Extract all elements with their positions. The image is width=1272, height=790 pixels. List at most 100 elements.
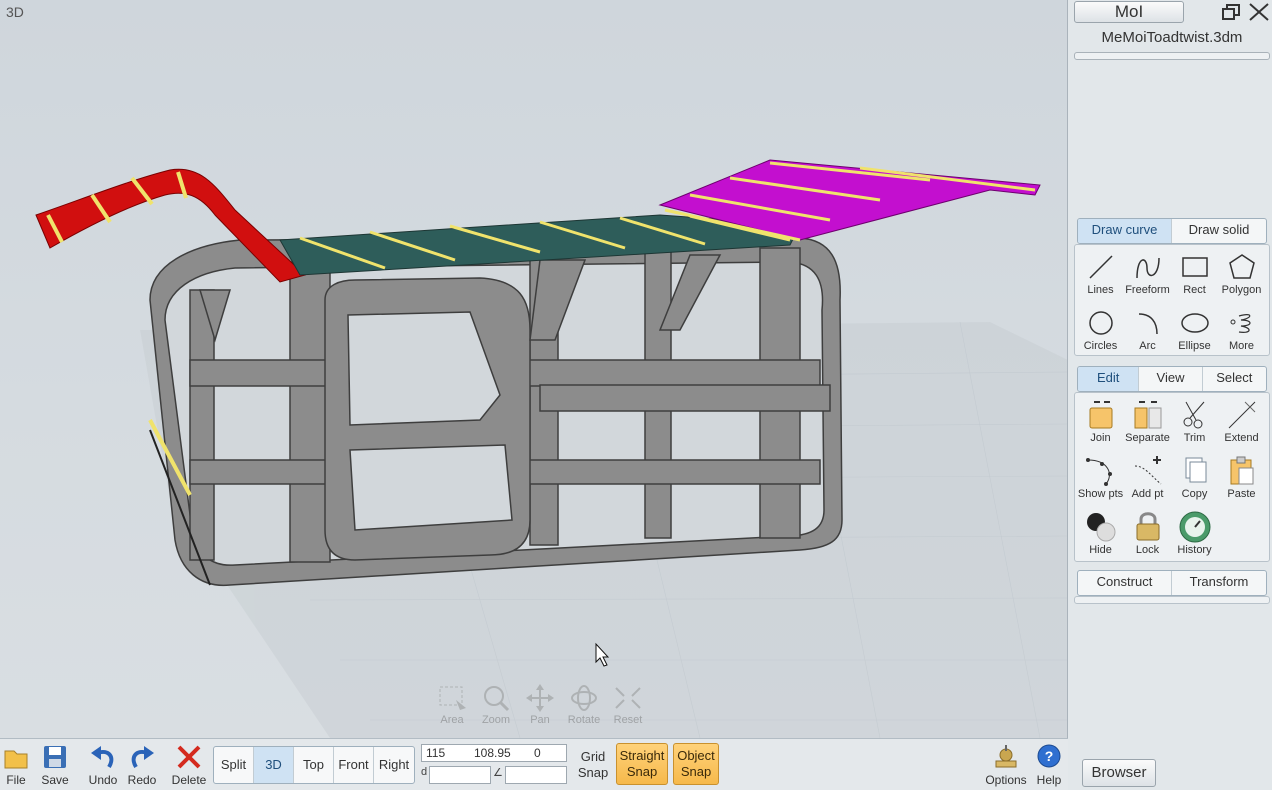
area-zoom-button[interactable]: Area (432, 684, 472, 726)
polygon-tool[interactable]: Polygon (1218, 248, 1265, 304)
ellipse-tool[interactable]: Ellipse (1171, 304, 1218, 360)
view-split[interactable]: Split (214, 747, 254, 783)
tool-label: Separate (1125, 432, 1170, 444)
tab-view[interactable]: View (1139, 367, 1203, 391)
grid-snap-line1: Grid (580, 749, 606, 764)
history-icon (1179, 511, 1210, 543)
rect-icon (1181, 257, 1208, 277)
redo-button[interactable]: Redo (122, 743, 162, 787)
draw-tabs: Draw curve Draw solid (1077, 218, 1267, 244)
tool-label: Lines (1087, 284, 1114, 296)
close-window-button[interactable] (1246, 0, 1272, 24)
copy-tool[interactable]: Copy (1171, 452, 1218, 508)
arc-icon (1138, 313, 1158, 335)
tool-label: Freeform (1125, 284, 1170, 296)
tool-label: Copy (1181, 488, 1208, 500)
help-label: Help (1036, 773, 1062, 787)
view-3d[interactable]: 3D (254, 747, 294, 783)
polygon-icon (1228, 254, 1255, 279)
show-points-tool[interactable]: Show pts (1077, 452, 1124, 508)
nav-label: Rotate (567, 714, 601, 726)
lock-icon (1136, 512, 1159, 541)
svg-text:?: ? (1045, 748, 1054, 764)
close-icon (1249, 3, 1269, 21)
extend-tool[interactable]: Extend (1218, 396, 1265, 452)
browser-button[interactable]: Browser (1082, 759, 1156, 787)
tool-label: Lock (1135, 544, 1160, 556)
help-button[interactable]: ? Help (1029, 743, 1069, 787)
zoom-icon (484, 686, 510, 712)
construct-box (1074, 596, 1270, 604)
distance-field[interactable] (429, 766, 491, 784)
history-tool[interactable]: History (1171, 508, 1218, 564)
zoom-button[interactable]: Zoom (476, 684, 516, 726)
grid-snap-toggle[interactable]: Grid Snap (575, 749, 611, 781)
freeform-tool[interactable]: Freeform (1124, 248, 1171, 304)
add-point-tool[interactable]: Add pt (1124, 452, 1171, 508)
straight-snap-line2: Snap (626, 764, 658, 779)
options-label: Options (985, 773, 1027, 787)
pan-icon (526, 684, 554, 712)
object-snap-line2: Snap (680, 764, 712, 779)
separate-tool[interactable]: Separate (1124, 396, 1171, 452)
rotate-icon (571, 685, 597, 711)
restore-window-button[interactable] (1218, 0, 1244, 24)
tab-draw-curve[interactable]: Draw curve (1078, 219, 1172, 243)
straight-snap-toggle[interactable]: Straight Snap (616, 743, 668, 785)
circles-icon (1088, 311, 1113, 335)
viewport-3d[interactable]: 3D Area Zoom Pan Rotate Reset (0, 0, 1068, 738)
tool-label: More (1228, 340, 1255, 352)
more-tool[interactable]: More (1218, 304, 1265, 360)
file-button[interactable]: File (0, 743, 36, 787)
lines-icon (1088, 255, 1113, 279)
tab-construct[interactable]: Construct (1078, 571, 1172, 595)
delete-label: Delete (171, 773, 207, 787)
copy-icon (1185, 457, 1206, 483)
join-tool[interactable]: Join (1077, 396, 1124, 452)
trim-tool[interactable]: Trim (1171, 396, 1218, 452)
tab-select[interactable]: Select (1203, 367, 1266, 391)
pan-button[interactable]: Pan (520, 684, 560, 726)
arc-tool[interactable]: Arc (1124, 304, 1171, 360)
freeform-icon (1135, 257, 1160, 279)
save-button[interactable]: Save (35, 743, 75, 787)
hide-icon (1086, 513, 1115, 542)
reset-button[interactable]: Reset (608, 684, 648, 726)
lines-tool[interactable]: Lines (1077, 248, 1124, 304)
tab-transform[interactable]: Transform (1172, 571, 1266, 595)
lock-tool[interactable]: Lock (1124, 508, 1171, 564)
nav-label: Area (440, 714, 464, 726)
undo-icon (91, 746, 114, 769)
nav-label: Zoom (481, 714, 511, 726)
tool-label: Add pt (1131, 488, 1164, 500)
tool-label: Ellipse (1178, 340, 1211, 352)
view-top[interactable]: Top (294, 747, 334, 783)
view-front[interactable]: Front (334, 747, 374, 783)
delete-button[interactable]: Delete (169, 743, 209, 787)
angle-field[interactable] (505, 766, 567, 784)
coordinate-input[interactable]: 115 108.95 0 (421, 744, 567, 762)
model-scene[interactable] (0, 0, 1068, 738)
tab-edit[interactable]: Edit (1078, 367, 1140, 391)
circles-tool[interactable]: Circles (1077, 304, 1124, 360)
trim-icon (1183, 401, 1204, 429)
area-zoom-icon (439, 686, 466, 710)
undo-label: Undo (88, 773, 118, 787)
grid-snap-line2: Snap (577, 765, 609, 780)
undo-button[interactable]: Undo (83, 743, 123, 787)
tool-label: Show pts (1077, 488, 1124, 500)
app-menu-button[interactable]: MoI (1074, 1, 1184, 23)
rotate-button[interactable]: Rotate (564, 684, 604, 726)
hide-tool[interactable]: Hide (1077, 508, 1124, 564)
paste-tool[interactable]: Paste (1218, 452, 1265, 508)
tool-label: Join (1090, 432, 1111, 444)
tool-label: Polygon (1221, 284, 1262, 296)
rect-tool[interactable]: Rect (1171, 248, 1218, 304)
coord-x: 115 (426, 746, 446, 760)
save-icon (44, 746, 66, 768)
tab-draw-solid[interactable]: Draw solid (1172, 219, 1266, 243)
view-right[interactable]: Right (374, 747, 414, 783)
options-button[interactable]: Options (985, 743, 1027, 787)
object-snap-toggle[interactable]: Object Snap (673, 743, 719, 785)
separate-icon (1134, 401, 1161, 429)
